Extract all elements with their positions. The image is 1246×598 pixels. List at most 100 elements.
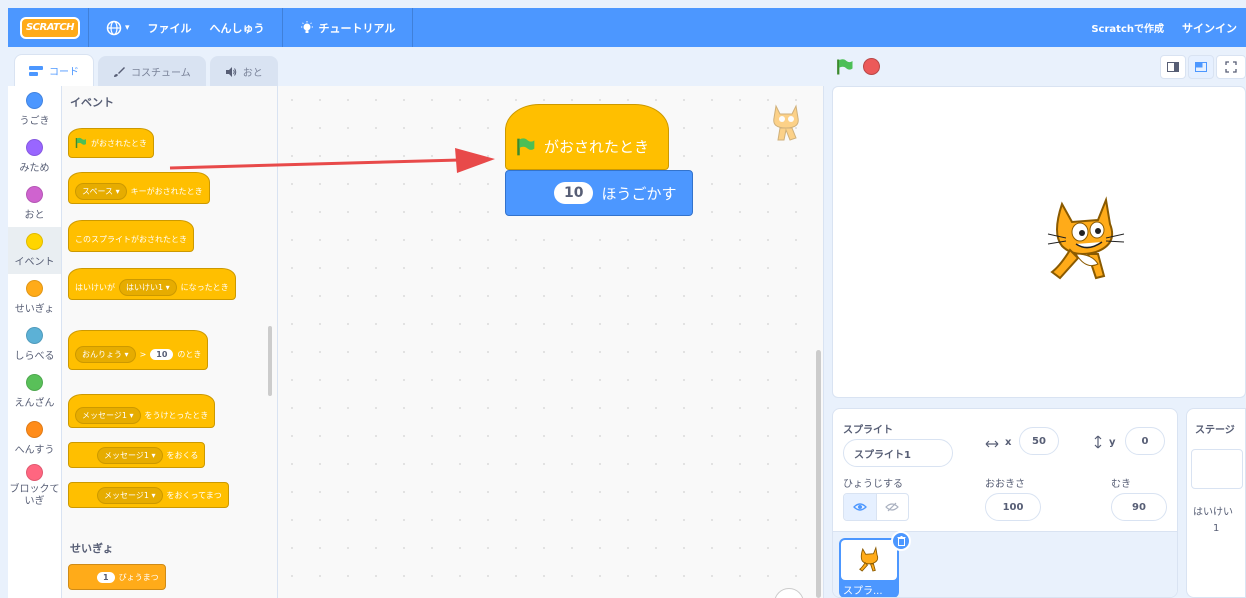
small-stage-button[interactable] [1160,55,1186,79]
script-block-move-steps[interactable]: 10 ほうごかす [505,170,693,216]
move-steps-input[interactable]: 10 [554,182,594,204]
y-label: y [1109,437,1116,448]
tab-sounds-label: おと [242,68,263,79]
sprite-name-input[interactable]: スプライト1 [843,439,953,467]
palette-heading-control: せいぎょ [70,542,114,555]
sprite-indicator-icon [773,104,799,141]
green-flag-button[interactable] [836,58,854,76]
block-when-sprite-clicked[interactable]: このスプライトがおされたとき [68,220,194,252]
eye-slash-icon [885,502,900,512]
show-label: ひょうじする [843,479,903,490]
cat-thumbnail-icon [859,546,879,572]
script-area-scrollbar[interactable] [816,350,821,598]
size-label: おおきさ [985,479,1025,490]
sprite-tile-name: スプラ... [843,586,883,597]
block-when-receive[interactable]: メッセージ1 ▾ をうけとったとき [68,394,216,428]
backdrops-count: 1 [1213,523,1220,534]
paintbrush-icon [114,66,125,77]
script-block-when-flag-clicked[interactable]: がおされたとき [505,104,669,170]
category-label: えんざん [14,398,55,409]
category-sound[interactable]: おと [8,180,61,227]
language-menu[interactable]: ▾ [97,8,139,47]
tab-sounds[interactable]: おと [209,56,278,86]
palette-scrollbar[interactable] [268,326,272,396]
block-when-backdrop-switches[interactable]: はいけいが はいけい1 ▾ になったとき [68,268,236,300]
trash-icon [897,536,905,546]
block-when-flag-clicked[interactable]: がおされたとき [68,128,154,158]
tutorials-label: チュートリアル [318,21,396,35]
block-broadcast[interactable]: メッセージ1 ▾ をおくる [68,442,206,468]
category-control[interactable]: せいぎょ [8,274,61,321]
size-input[interactable]: 100 [985,493,1041,521]
stop-button[interactable] [863,58,880,75]
scratch-logo[interactable]: SCRATCH [20,16,80,39]
block-wait[interactable]: 1 びょうまつ [68,564,166,590]
category-menu: うごき みため おと イベント せいぎょ しらべる えんざん へんすう ブロック… [8,86,62,598]
small-stage-icon [1167,62,1179,72]
cat-sprite[interactable] [1040,194,1126,288]
editor-tabs: コード コスチューム おと [14,54,282,86]
edit-menu[interactable]: へんしゅう [201,8,274,47]
show-button[interactable] [844,494,876,520]
sprite-tile[interactable]: スプラ... [839,531,911,597]
category-my-blocks[interactable]: ブロックて いぎ [8,462,61,509]
stage-canvas[interactable] [832,86,1246,398]
category-operators[interactable]: えんざん [8,368,61,415]
direction-label: むき [1111,479,1131,490]
category-label: うごき [19,116,50,127]
block-label: がおされたとき [91,138,147,148]
category-label: へんすう [14,445,55,456]
loudness-dropdown[interactable]: おんりょう ▾ [75,345,136,363]
delete-sprite-button[interactable] [891,531,911,551]
loudness-input[interactable]: 10 [150,348,174,360]
green-flag-icon [75,137,86,148]
block-when-loudness[interactable]: おんりょう ▾ > 10 のとき [68,330,209,370]
fullscreen-button[interactable] [1216,55,1246,79]
block-label: このスプライトがおされたとき [75,234,187,244]
key-dropdown[interactable]: スペース ▾ [75,182,127,200]
direction-input[interactable]: 90 [1111,493,1167,521]
stage-thumbnail [1191,449,1243,489]
x-input[interactable]: 50 [1019,427,1059,455]
hide-button[interactable] [875,494,909,520]
receive-dropdown[interactable]: メッセージ1 ▾ [75,406,141,424]
backdrop-dropdown[interactable]: はいけい1 ▾ [119,278,177,296]
wait-input[interactable]: 1 [97,571,115,583]
file-menu[interactable]: ファイル [139,8,201,47]
category-label: イベント [14,257,55,268]
y-input[interactable]: 0 [1125,427,1165,455]
vertical-arrows-icon [1094,435,1102,449]
tab-code[interactable]: コード [14,54,94,86]
category-label: せいぎょ [14,304,55,315]
sprite-label: スプライト [843,425,893,436]
category-motion[interactable]: うごき [8,86,61,133]
category-variables[interactable]: へんすう [8,415,61,462]
block-label: ほうごかす [601,184,677,203]
broadcast-dropdown[interactable]: メッセージ1 ▾ [97,446,163,464]
category-dot [26,233,43,250]
tab-costumes[interactable]: コスチューム [98,56,206,86]
category-sensing[interactable]: しらべる [8,321,61,368]
block-label: をうけとったとき [144,410,209,420]
block-label: をおくってまつ [166,490,222,500]
category-looks[interactable]: みため [8,133,61,180]
create-link[interactable]: Scratchで作成 [1082,8,1173,47]
menu-divider [281,8,283,47]
tutorials-menu[interactable]: チュートリアル [291,8,405,47]
block-label: キーがおされたとき [130,186,203,196]
signin-link[interactable]: サインイン [1173,8,1246,47]
menu-divider [412,8,414,47]
menu-divider [88,8,89,47]
category-events[interactable]: イベント [8,227,61,274]
category-dot [26,421,43,438]
category-dot [26,186,43,203]
stage-selector[interactable]: ステージ はいけい 1 [1186,408,1246,598]
block-broadcast-and-wait[interactable]: メッセージ1 ▾ をおくってまつ [68,482,229,508]
category-label: ブロックて いぎ [9,483,60,507]
lightbulb-icon [300,20,313,33]
globe-icon [106,20,122,35]
block-label: はいけいが [75,282,115,292]
broadcast-wait-dropdown[interactable]: メッセージ1 ▾ [97,486,163,504]
block-label: のとき [177,349,202,359]
large-stage-button[interactable] [1188,55,1214,79]
